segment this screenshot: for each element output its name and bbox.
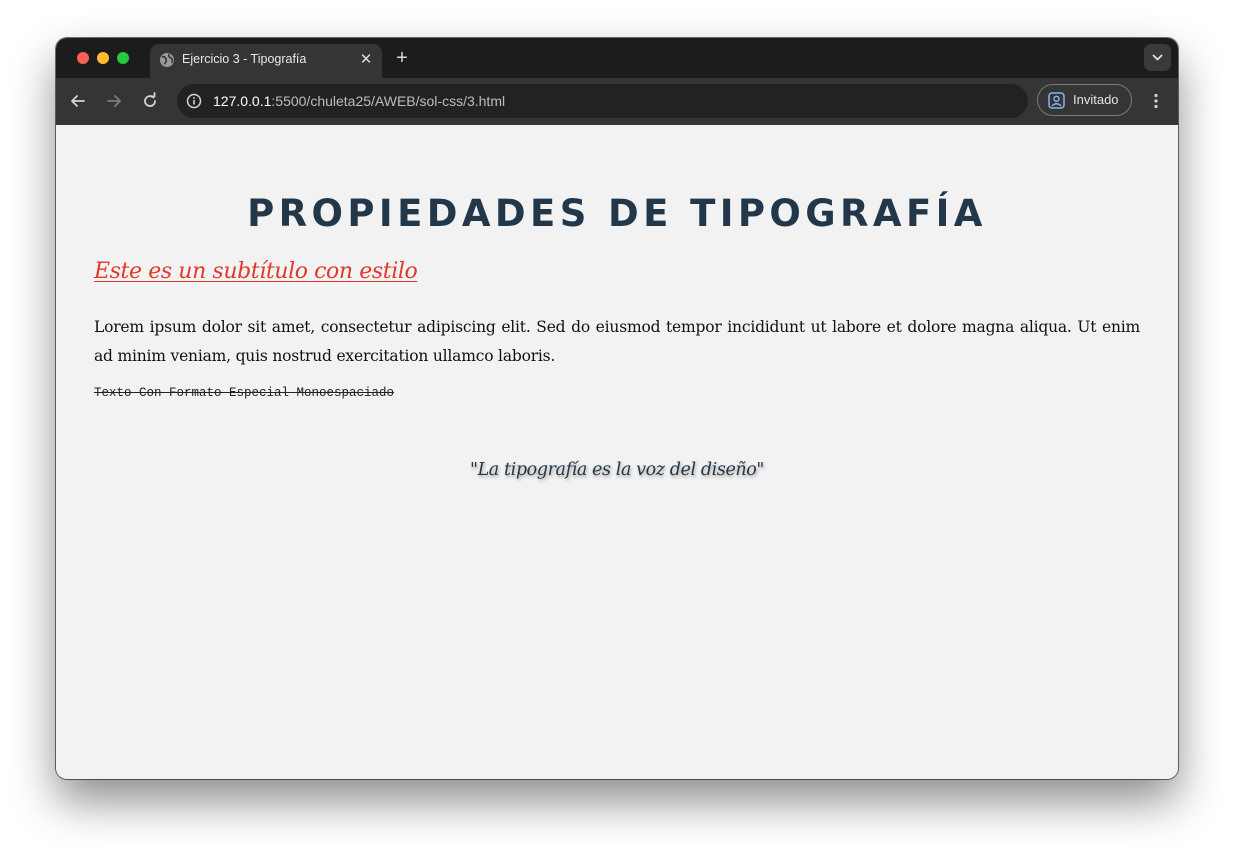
plus-icon[interactable]: +: [392, 48, 412, 68]
page-viewport: PROPIEDADES DE TIPOGRAFÍA Este es un sub…: [56, 125, 1178, 779]
active-tab[interactable]: Ejercicio 3 - Tipografía ✕: [150, 44, 382, 78]
reload-button[interactable]: [140, 91, 160, 111]
tab-title: Ejercicio 3 - Tipografía: [182, 52, 307, 66]
close-icon[interactable]: ✕: [358, 52, 374, 68]
arrow-left-icon: [71, 95, 85, 107]
close-window-button[interactable]: [77, 52, 89, 64]
chevron-down-icon: [1152, 54, 1163, 61]
toolbar: 127.0.0.1:5500/chuleta25/AWEB/sol-css/3.…: [56, 78, 1178, 125]
address-bar[interactable]: 127.0.0.1:5500/chuleta25/AWEB/sol-css/3.…: [177, 84, 1028, 118]
forward-button[interactable]: [104, 91, 124, 111]
back-button[interactable]: [68, 91, 88, 111]
browser-window: Ejercicio 3 - Tipografía ✕ + 127.0.0.1:5…: [56, 38, 1178, 779]
profile-button[interactable]: Invitado: [1037, 84, 1132, 116]
monospace-text: Texto Con Formato Especial Monoespaciado: [94, 386, 395, 400]
minimize-window-button[interactable]: [97, 52, 109, 64]
page-title: PROPIEDADES DE TIPOGRAFÍA: [247, 192, 987, 235]
arrow-right-icon: [107, 95, 121, 107]
tab-search-button[interactable]: [1144, 44, 1171, 71]
kebab-menu-icon[interactable]: [1146, 91, 1166, 111]
url-path: :5500/chuleta25/AWEB/sol-css/3.html: [271, 93, 506, 109]
tab-strip: Ejercicio 3 - Tipografía ✕ +: [56, 38, 1178, 78]
zoom-window-button[interactable]: [117, 52, 129, 64]
globe-icon: [159, 52, 175, 68]
url-host: 127.0.0.1: [213, 93, 272, 109]
typography-quote: "La tipografía es la voz del diseño": [469, 460, 765, 480]
info-icon[interactable]: [185, 92, 203, 110]
reload-icon: [144, 92, 156, 107]
styled-subtitle: Este es un subtítulo con estilo: [94, 259, 418, 284]
guest-profile-icon: [1048, 92, 1065, 109]
profile-label: Invitado: [1073, 92, 1119, 107]
url-text: 127.0.0.1:5500/chuleta25/AWEB/sol-css/3.…: [213, 93, 505, 109]
lorem-paragraph: Lorem ipsum dolor sit amet, consectetur …: [94, 318, 1140, 365]
